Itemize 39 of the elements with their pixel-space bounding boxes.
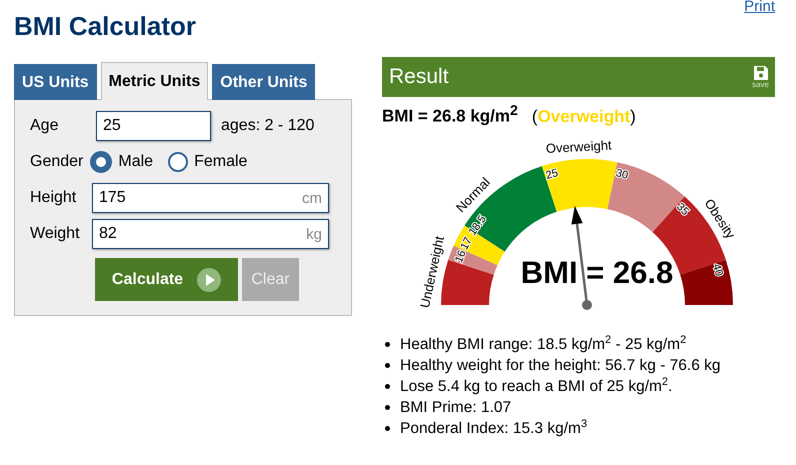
units-tab[interactable]: Metric Units — [100, 62, 208, 100]
bullet-icon — [385, 384, 390, 389]
tick-label: 17 — [458, 235, 475, 252]
radio-label: Female — [194, 153, 248, 171]
tick-label: 40 — [710, 262, 725, 278]
bullet-icon — [385, 426, 390, 431]
result-fact: Lose 5.4 kg to reach a BMI of 25 kg/m$^{2}$. — [400, 376, 672, 396]
field-label: Age — [30, 117, 60, 135]
units-tab[interactable]: US Units — [14, 64, 97, 100]
age-hint: ages: 2 - 120 — [221, 117, 314, 135]
bmi-category: (Overweight) — [532, 106, 636, 127]
age-input[interactable]: 25 — [96, 111, 211, 141]
measure-input[interactable]: 175 cm — [92, 183, 329, 213]
measure-input[interactable]: 82 kg — [92, 219, 329, 249]
tick-label: 25 — [544, 166, 560, 182]
radio-button[interactable] — [90, 151, 112, 173]
field-label: Weight — [30, 225, 81, 243]
zone-label: Overweight — [545, 137, 612, 156]
calculate-button[interactable]: Calculate — [95, 258, 238, 301]
units-tab[interactable]: Other Units — [212, 64, 316, 100]
radio-button[interactable] — [168, 152, 188, 172]
gauge-reading: BMI = 26.8 — [520, 254, 674, 290]
bullet-icon — [385, 404, 390, 410]
bullet-icon — [385, 342, 390, 347]
print-link[interactable]: Print — [744, 0, 775, 15]
result-fact: Ponderal Index: 15.3 kg/m$^{3}$ — [400, 418, 588, 438]
tick-label: 30 — [614, 166, 630, 182]
tick-label: 35 — [674, 200, 692, 218]
page-title: BMI Calculator — [14, 10, 198, 42]
field-label: Gender — [30, 153, 84, 171]
result-fact: Healthy weight for the height: 56.7 kg - 76.6 kg — [400, 356, 721, 375]
radio-label: Male — [118, 153, 154, 171]
result-fact: BMI Prime: 1.07 — [400, 398, 512, 417]
result-fact: Healthy BMI range: 18.5 kg/m$^{2}$ - 25 kg/m$^{2}$ — [400, 334, 686, 354]
bmi-summary: BMI = 26.8 kg/m$^{2}$ — [382, 103, 518, 127]
play-icon — [197, 268, 222, 292]
field-label: Height — [30, 189, 78, 207]
bullet-icon — [385, 362, 390, 368]
result-title: Result — [389, 65, 449, 89]
